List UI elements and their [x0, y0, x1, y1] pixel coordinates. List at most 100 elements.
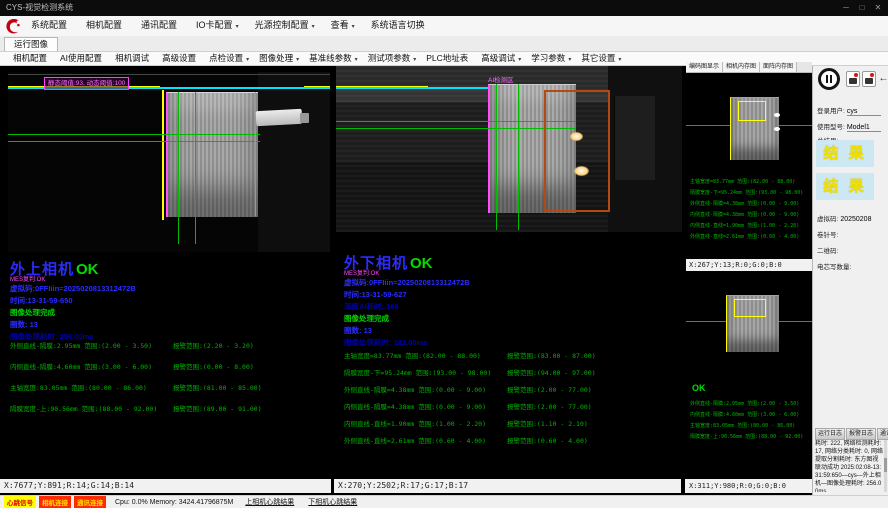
maximize-icon[interactable]: □ — [854, 0, 870, 16]
green-measure-line — [336, 128, 576, 129]
menu-item[interactable]: 相机配置 — [78, 15, 133, 37]
chevron-down-icon: ▾ — [568, 57, 571, 63]
edge-line — [8, 74, 330, 75]
alarm-range: 报警范围:(89.00 - 91.00) — [173, 403, 262, 413]
chevron-down-icon: ▾ — [355, 57, 358, 63]
log-tab[interactable]: 报警日志 — [846, 428, 876, 440]
camera-record-bottom-button[interactable] — [862, 71, 876, 87]
user-label: 登录用户: — [817, 108, 845, 115]
alarm-range: 报警范围:(1.10 - 2.10) — [507, 418, 588, 428]
green-measure-line — [518, 84, 519, 230]
toolbar-button-label: 相机调试 — [115, 53, 149, 63]
pixel-caption-center: X:270;Y:2502;R:17;G:17;B:17 — [334, 479, 681, 493]
toolbar-button[interactable]: 其它设置▾ — [576, 51, 626, 67]
toolbar-button[interactable]: 测试项参数▾ — [363, 51, 422, 67]
toolbar-button[interactable]: 学习参数▾ — [526, 51, 576, 67]
measurement-rows: 外侧直线-隔膜:2.95mm 范围:(2.00 - 3.50)报警范围:(2.2… — [10, 340, 340, 424]
menu-item-label: 通讯配置 — [141, 20, 177, 30]
green-measure-line — [336, 121, 576, 122]
info-line: 圈数: 13 — [344, 325, 470, 337]
camera-record-top-button[interactable] — [846, 71, 860, 87]
center-camera-readout: 外下相机OK MES复判:OK 虚拟码:0FFIiin=202502081331… — [344, 252, 684, 492]
menu-item[interactable]: 系统语言切换 — [363, 15, 436, 37]
camera-view-outer-top[interactable]: 静态阈值:93, 动态阈值:100 — [8, 72, 330, 252]
measurement-row: 外侧直线-直线=2.61mm 范围:(0.60 - 4.00)报警范围:(0.6… — [344, 435, 674, 452]
measurement-row: 内侧直线-隔膜:4.60mm 范围:(3.00 - 6.00)报警范围:(0.0… — [10, 361, 340, 382]
toolbar-button-label: 高级设置 — [162, 53, 196, 63]
chevron-down-icon: ▾ — [296, 57, 299, 63]
caption-row: X:7677;Y:891;R:14;G:14;B:14 X:270;Y:2502… — [0, 479, 812, 493]
log-scrollbar[interactable] — [884, 440, 887, 492]
chevron-down-icon: ▾ — [413, 57, 416, 63]
chevron-down-icon: ▾ — [618, 57, 621, 63]
chevron-down-icon: ▾ — [518, 57, 521, 63]
user-field[interactable]: cys — [847, 108, 881, 116]
chevron-down-icon: ▾ — [312, 24, 315, 30]
app-logo-icon — [3, 17, 23, 35]
log-tab[interactable]: 运行日志 — [815, 428, 845, 440]
toolbar-button[interactable]: AI使用配置 — [55, 51, 110, 67]
toolbar-button[interactable]: PLC地址表 — [421, 51, 476, 67]
tab-run-image[interactable]: 运行图像 — [4, 37, 58, 51]
toolbar-button[interactable]: 点检设置▾ — [204, 51, 254, 67]
camera-view-outer-bottom[interactable]: AI检测区 — [336, 66, 682, 232]
log-tab[interactable]: 通讯日志 — [877, 428, 888, 440]
result-display: 结 果 — [816, 173, 874, 200]
toolbar-button-label: 相机配置 — [13, 53, 47, 63]
weld-spot — [774, 127, 780, 131]
heartbeat-link[interactable]: 下相机心跳结果 — [308, 497, 357, 507]
weld-spot — [774, 113, 780, 117]
measurement-row: 隔膜宽度-上:90.56mm 范围:(88.00 - 92.00)报警范围:(8… — [10, 403, 340, 424]
alarm-range: 报警范围:(94.00 - 97.00) — [507, 367, 596, 377]
close-icon[interactable]: ✕ — [870, 0, 886, 16]
menu-item-label: 光源控制配置 — [255, 20, 309, 30]
mes-recheck-label: MES复判:OK — [10, 274, 45, 283]
menu-item[interactable]: 光源控制配置▾ — [247, 15, 323, 37]
memory-view-tab[interactable]: 相机内存图 — [723, 62, 760, 72]
minimize-icon[interactable]: ─ — [838, 0, 854, 16]
measurement-value: 外侧直线-隔膜=4.38mm 范围:(0.00 - 9.00) — [344, 384, 486, 394]
menu-item[interactable]: IO卡配置▾ — [188, 15, 247, 37]
info-line: 图像处理耗时: 182.00ms — [344, 337, 470, 349]
camera-view-aux-bottom[interactable]: OK 外侧直线-隔膜:2.95mm 范围:(2.00 - 3.50)内侧直线-隔… — [686, 271, 812, 483]
heartbeat-link[interactable]: 上相机心跳结果 — [245, 497, 294, 507]
memory-view-tab[interactable]: 编码图显示 — [686, 62, 723, 72]
toolbar-button[interactable]: 相机调试 — [110, 51, 157, 67]
pause-button[interactable] — [818, 68, 840, 90]
menu-item-label: 系统配置 — [31, 20, 67, 30]
aux-readout-lines: 主轴宽度=83.77mm 范围:(82.00 - 88.00)隔膜宽度-下=95… — [690, 177, 803, 243]
toolbar-button[interactable]: 相机配置 — [8, 51, 55, 67]
toolbar-button-label: 图像处理 — [259, 53, 293, 63]
title-bar: CYS-视觉检测系统 ─ □ ✕ — [0, 0, 888, 16]
gripper-image — [256, 109, 303, 126]
aux-readout-line: 外侧直线-隔膜=4.38mm 范围:(0.00 - 9.00) — [690, 199, 803, 210]
toolbar-button[interactable]: 高级调试▾ — [476, 51, 526, 67]
aux-readout-line: 内侧直线-直线=1.90mm 范围:(1.00 - 2.20) — [690, 221, 803, 232]
measurement-value: 内侧直线-隔膜=4.38mm 范围:(0.00 - 9.00) — [344, 401, 486, 411]
aux-readout-line: 外侧直线-隔膜:2.95mm 范围:(2.00 - 3.50) — [690, 399, 803, 410]
menu-item[interactable]: 系统配置 — [23, 15, 78, 37]
gripper-tip — [300, 113, 309, 123]
measurement-value: 外侧直线-隔膜:2.95mm 范围:(2.00 - 3.50) — [10, 340, 152, 350]
toolbar-button-label: 学习参数 — [531, 53, 565, 63]
alarm-range: 报警范围:(0.60 - 4.00) — [507, 435, 588, 445]
vcode-value: 20250208 — [840, 216, 871, 223]
sidebar: ← 登录用户:cys 使用型号:Model1 总结果: 结 果结 果 虚拟码:2… — [812, 66, 888, 495]
toolbar-button[interactable]: 高级设置 — [157, 51, 204, 67]
memory-view-tab[interactable]: 面阵内存图 — [760, 62, 797, 72]
menu-item[interactable]: 通讯配置 — [133, 15, 188, 37]
yellow-edge-line — [162, 90, 164, 220]
camera-view-aux-top[interactable]: 主轴宽度=83.77mm 范围:(82.00 - 88.00)隔膜宽度-下=95… — [686, 73, 812, 259]
left-camera-readout: 外上相机OK MES复判:OK 虚拟码:0FFIiin=202502081331… — [10, 258, 336, 488]
back-arrow-button[interactable]: ← — [878, 71, 888, 87]
aux-readout-line: 隔膜宽度-下=95.24mm 范围:(93.00 - 98.00) — [690, 188, 803, 199]
aux-readout-line: 隔膜宽度-上:90.56mm 范围:(88.00 - 92.00) — [690, 432, 803, 443]
app-window: CYS-视觉检测系统 ─ □ ✕ 系统配置 相机配置 通讯配置 IO卡配置▾ 光… — [0, 0, 888, 522]
info-line: 虚拟码:0FFIiin=2025020813312472B — [344, 277, 470, 289]
menu-item[interactable]: 查看▾ — [323, 15, 363, 37]
measurement-row: 隔膜宽度-下=95.24mm 范围:(93.00 - 98.00)报警范围:(9… — [344, 367, 674, 384]
toolbar-button[interactable]: 基准线参数▾ — [304, 51, 363, 67]
toolbar-button[interactable]: 图像处理▾ — [254, 51, 304, 67]
machine-background — [258, 72, 330, 252]
measurement-value: 内侧直线-直线=1.90mm 范围:(1.00 - 2.20) — [344, 418, 486, 428]
